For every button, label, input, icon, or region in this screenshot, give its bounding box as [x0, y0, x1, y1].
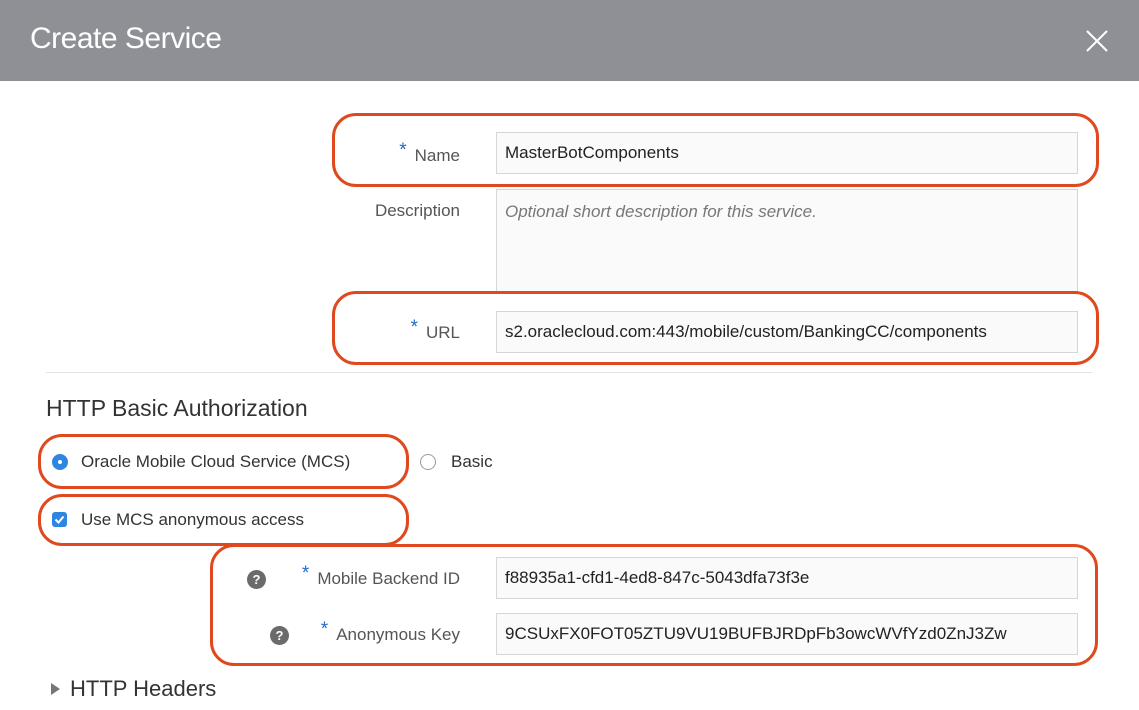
basic-radio-label[interactable]: Basic [451, 452, 493, 472]
mobile-backend-id-input[interactable]: f88935a1-cfd1-4ed8-847c-5043dfa73f3e [496, 557, 1078, 599]
section-divider [46, 372, 1092, 373]
close-icon[interactable] [1084, 28, 1110, 54]
description-textarea[interactable]: Optional short description for this serv… [496, 189, 1078, 293]
anonymous-access-label[interactable]: Use MCS anonymous access [81, 510, 304, 530]
mobile-backend-id-label: * Mobile Backend ID [301, 563, 460, 588]
url-input[interactable]: s2.oraclecloud.com:443/mobile/custom/Ban… [496, 311, 1078, 353]
dialog-header: Create Service [0, 0, 1139, 81]
required-marker: * [399, 140, 407, 161]
anonymous-key-input[interactable]: 9CSUxFX0FOT05ZTU9VU19BUFBJRDpFb3owcWVfYz… [496, 613, 1078, 655]
anonymous-key-value: 9CSUxFX0FOT05ZTU9VU19BUFBJRDpFb3owcWVfYz… [505, 624, 1007, 643]
required-marker: * [320, 619, 329, 640]
basic-radio[interactable] [420, 454, 436, 470]
required-marker: * [410, 317, 418, 338]
mcs-radio[interactable] [52, 454, 68, 470]
anonymous-key-label: * Anonymous Key [320, 619, 460, 644]
description-label: Description [374, 201, 460, 220]
http-headers-toggle[interactable]: HTTP Headers [70, 676, 216, 702]
help-icon[interactable]: ? [247, 570, 266, 589]
name-input[interactable]: MasterBotComponents [496, 132, 1078, 174]
anonymous-access-checkbox[interactable] [52, 512, 67, 527]
checkmark-icon [54, 515, 65, 524]
mcs-radio-label[interactable]: Oracle Mobile Cloud Service (MCS) [81, 452, 350, 472]
dialog-title: Create Service [30, 22, 222, 55]
url-label: * URL [410, 317, 460, 342]
disclosure-triangle-icon[interactable] [51, 683, 60, 695]
help-icon[interactable]: ? [270, 626, 289, 645]
required-marker: * [301, 563, 310, 584]
name-label: * Name [399, 140, 460, 165]
auth-section-title: HTTP Basic Authorization [46, 395, 308, 421]
